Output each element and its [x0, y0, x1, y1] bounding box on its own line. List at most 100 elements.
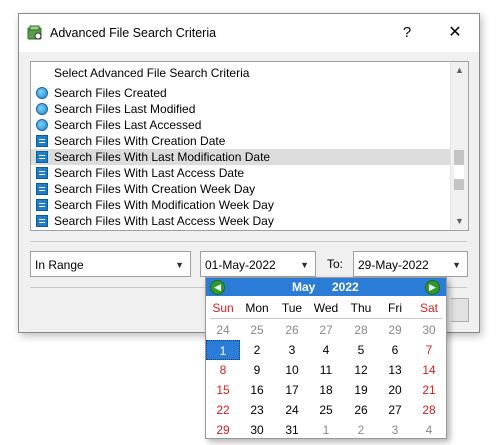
- calendar-day[interactable]: 7: [412, 340, 446, 360]
- from-date-picker[interactable]: 01-May-2022 ▼: [200, 251, 316, 277]
- calendar-popup[interactable]: ◀ May 2022 ▶ Sun Mon Tue Wed Thu Fri Sat 24 25 26…: [205, 277, 447, 439]
- list-item-label: Search Files Last Accessed: [54, 118, 202, 132]
- list-item[interactable]: Search Files Last Modified: [31, 101, 451, 117]
- calendar-day[interactable]: 16: [240, 380, 274, 400]
- weekday-label: Mon: [245, 301, 269, 315]
- calendar-year[interactable]: 2022: [332, 280, 359, 294]
- list-item[interactable]: Search Files With Last Access Date: [31, 165, 451, 181]
- list-item-label: Search Files With Last Access Week Day: [54, 214, 274, 228]
- chevron-down-icon: ▼: [452, 260, 461, 270]
- calendar-day[interactable]: 27: [309, 320, 343, 340]
- chevron-down-icon: ▼: [300, 260, 309, 270]
- calendar-day[interactable]: 9: [240, 360, 274, 380]
- calendar-grid-icon: [36, 151, 48, 163]
- calendar-day[interactable]: 19: [344, 380, 378, 400]
- calendar-day[interactable]: 23: [240, 400, 274, 420]
- list-item[interactable]: Search Files With Last Access Week Day: [31, 213, 451, 229]
- range-combobox[interactable]: In Range ▼: [30, 251, 191, 277]
- calendar-day[interactable]: 29: [206, 420, 240, 440]
- calendar-grid-icon: [36, 167, 48, 179]
- calendar-day[interactable]: 1: [206, 340, 240, 360]
- calendar-day[interactable]: 3: [275, 340, 309, 360]
- weekday-label: Thu: [350, 301, 372, 315]
- calendar-day[interactable]: 17: [275, 380, 309, 400]
- calendar-day[interactable]: 28: [412, 400, 446, 420]
- weekday-label: Tue: [281, 301, 303, 315]
- separator: [30, 241, 467, 242]
- calendar-day[interactable]: 2: [344, 420, 378, 440]
- calendar-grid: Sun Mon Tue Wed Thu Fri Sat 24 25 26 27 28 29 30 1 2 3 4 5…: [206, 298, 446, 440]
- calendar-day[interactable]: 1: [309, 420, 343, 440]
- help-button[interactable]: ?: [392, 23, 422, 43]
- weekday-label: Sun: [212, 301, 234, 315]
- calendar-day[interactable]: 3: [378, 420, 412, 440]
- list-item[interactable]: Search Files Created: [31, 85, 451, 101]
- calendar-day[interactable]: 5: [344, 340, 378, 360]
- window-title: Advanced File Search Criteria: [50, 26, 217, 40]
- calendar-day[interactable]: 30: [240, 420, 274, 440]
- calendar-day[interactable]: 25: [309, 400, 343, 420]
- ok-button[interactable]: [451, 298, 469, 322]
- clock-icon: [36, 103, 48, 115]
- from-date-value: 01-May-2022: [205, 258, 276, 272]
- to-date-value: 29-May-2022: [358, 258, 429, 272]
- calendar-day[interactable]: 15: [206, 380, 240, 400]
- calendar-day[interactable]: 22: [206, 400, 240, 420]
- calendar-day[interactable]: 26: [344, 400, 378, 420]
- next-month-icon[interactable]: ▶: [425, 280, 440, 295]
- calendar-grid-icon: [36, 199, 48, 211]
- calendar-day[interactable]: 29: [378, 320, 412, 340]
- calendar-month[interactable]: May: [292, 280, 315, 294]
- list-item-label: Search Files Last Modified: [54, 102, 196, 116]
- calendar-day[interactable]: 11: [309, 360, 343, 380]
- calendar-day[interactable]: 14: [412, 360, 446, 380]
- list-item-label: Search Files Created: [54, 86, 167, 100]
- calendar-day[interactable]: 27: [378, 400, 412, 420]
- calendar-day[interactable]: 13: [378, 360, 412, 380]
- to-date-picker[interactable]: 29-May-2022 ▼: [353, 251, 468, 277]
- calendar-day[interactable]: 10: [275, 360, 309, 380]
- scroll-down-icon[interactable]: ▼: [451, 213, 468, 230]
- list-item-label: Search Files With Creation Date: [54, 134, 226, 148]
- list-item[interactable]: Search Files With Modification Week Day: [31, 197, 451, 213]
- calendar-day[interactable]: 21: [412, 380, 446, 400]
- list-item[interactable]: Search Files With Last Modification Date: [31, 149, 451, 165]
- calendar-day[interactable]: 20: [378, 380, 412, 400]
- calendar-grid-icon: [36, 135, 48, 147]
- calendar-day[interactable]: 24: [275, 400, 309, 420]
- calendar-day[interactable]: 12: [344, 360, 378, 380]
- chevron-down-icon: ▼: [175, 260, 184, 270]
- list-item-label: Search Files With Creation Week Day: [54, 182, 256, 196]
- clock-icon: [36, 87, 48, 99]
- list-item[interactable]: Search Files With Creation Week Day: [31, 181, 451, 197]
- list-item-label: Search Files With Modification Week Day: [54, 198, 274, 212]
- calendar-day[interactable]: 8: [206, 360, 240, 380]
- calendar-day[interactable]: 28: [344, 320, 378, 340]
- close-button[interactable]: ✕: [440, 23, 470, 43]
- weekday-label: Sat: [419, 301, 438, 315]
- calendar-day[interactable]: 18: [309, 380, 343, 400]
- list-item-label: Search Files With Last Modification Date: [54, 150, 271, 164]
- list-item[interactable]: Search Files Last Accessed: [31, 117, 451, 133]
- prev-month-icon[interactable]: ◀: [210, 280, 225, 295]
- criteria-list[interactable]: Select Advanced File Search Criteria Sea…: [30, 61, 469, 231]
- calendar-day[interactable]: 30: [412, 320, 446, 340]
- calendar-day[interactable]: 24: [206, 320, 240, 340]
- scroll-up-icon[interactable]: ▲: [451, 62, 468, 79]
- search-app-icon: [27, 25, 42, 40]
- calendar-header: ◀ May 2022 ▶: [206, 278, 446, 296]
- calendar-day[interactable]: 6: [378, 340, 412, 360]
- weekday-label: Wed: [313, 301, 339, 315]
- calendar-grid-icon: [36, 215, 48, 227]
- vertical-scrollbar[interactable]: ▲ ▼: [450, 62, 468, 230]
- calendar-day[interactable]: 31: [275, 420, 309, 440]
- calendar-day[interactable]: 4: [412, 420, 446, 440]
- calendar-day[interactable]: 26: [275, 320, 309, 340]
- calendar-day[interactable]: 4: [309, 340, 343, 360]
- title-bar: Advanced File Search Criteria ? ✕: [19, 14, 479, 52]
- calendar-day[interactable]: 2: [240, 340, 274, 360]
- list-item-label: Search Files With Last Access Date: [54, 166, 245, 180]
- list-item[interactable]: Search Files With Creation Date: [31, 133, 451, 149]
- scroll-thumb-grip: [454, 165, 464, 179]
- calendar-day[interactable]: 25: [240, 320, 274, 340]
